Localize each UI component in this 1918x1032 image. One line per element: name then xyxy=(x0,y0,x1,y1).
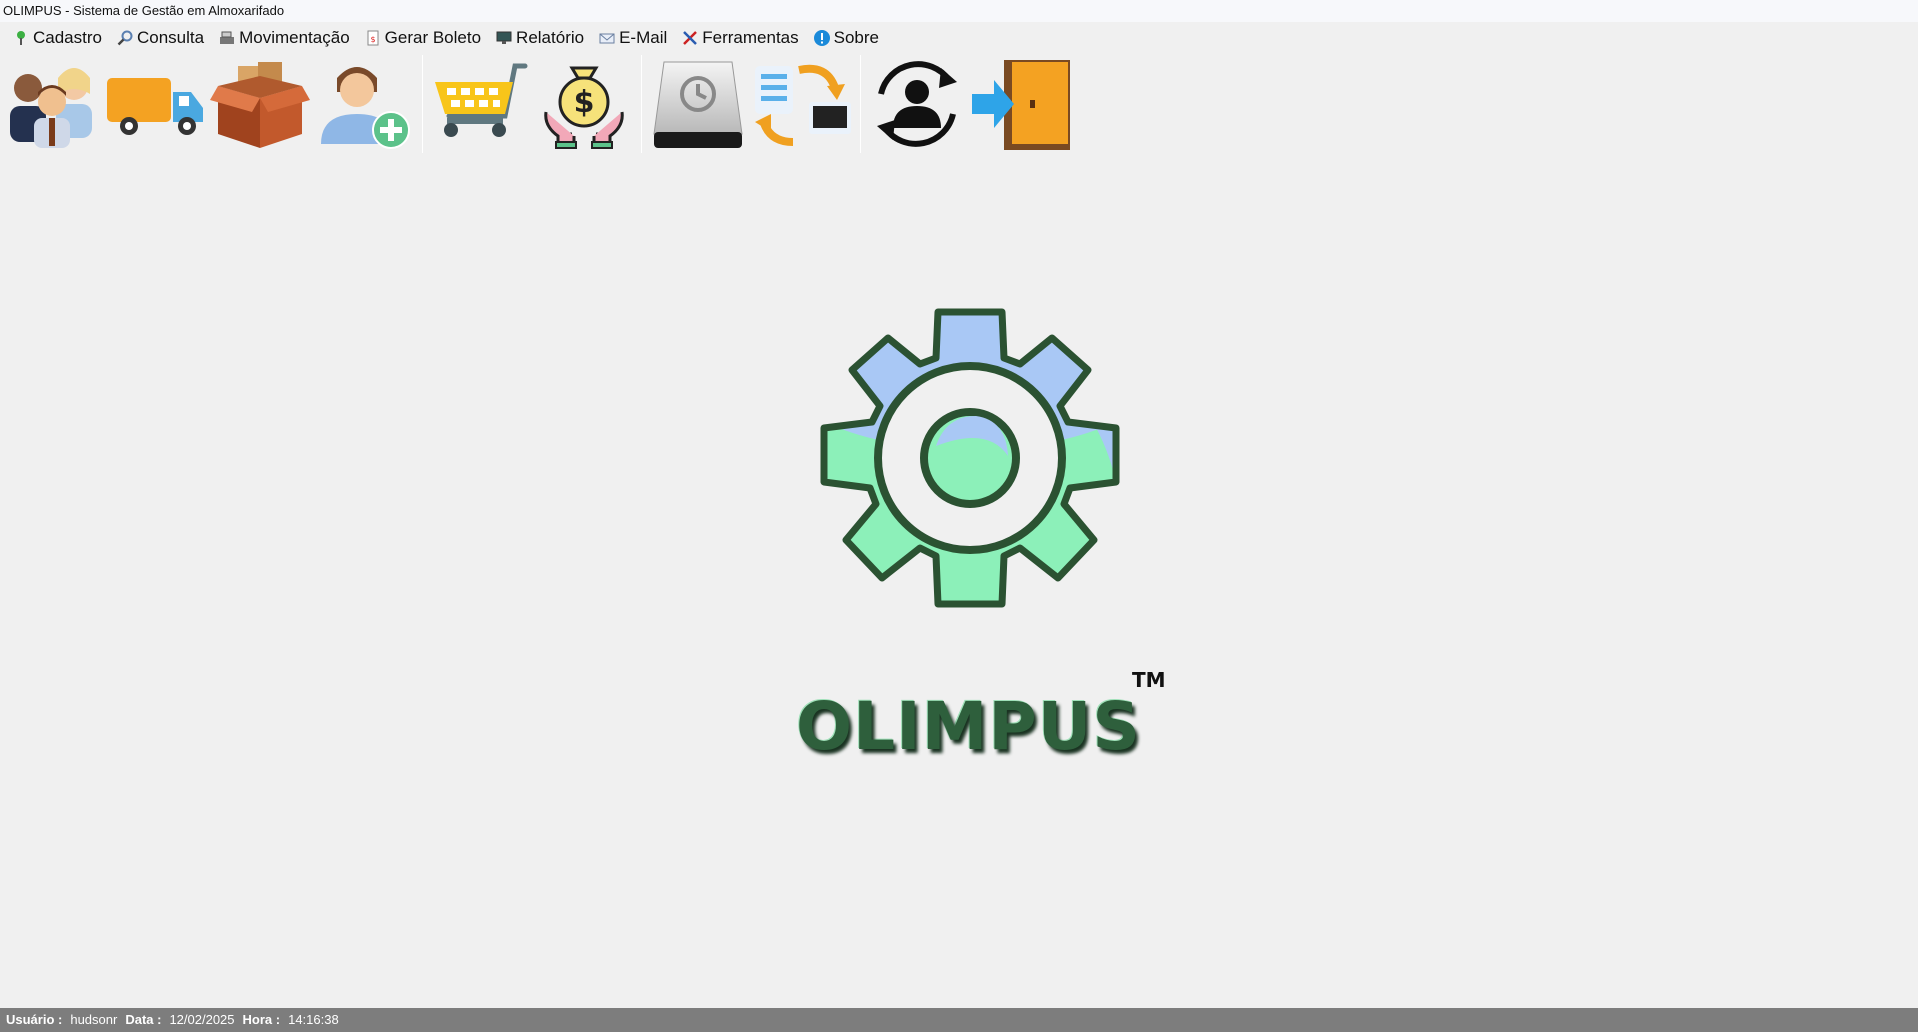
menu-relatorio-label: Relatório xyxy=(516,28,585,47)
menu-consulta-label: Consulta xyxy=(136,28,205,47)
menu-bar: Cadastro Consulta Movimentação $ Gerar B… xyxy=(0,24,1918,52)
money-bag-icon: $ xyxy=(544,66,624,149)
menu-movimentacao-label: Movimentação xyxy=(239,28,350,47)
monitor-icon xyxy=(495,29,513,47)
sync-list-icon xyxy=(755,64,851,146)
toolbar: $ xyxy=(4,54,1070,154)
toolbar-boxes-button[interactable] xyxy=(210,55,310,153)
toolbar-separator xyxy=(641,55,642,153)
menu-relatorio[interactable]: Relatório xyxy=(491,25,594,51)
toolbar-add-user-button[interactable] xyxy=(315,55,415,153)
envelope-icon xyxy=(598,29,616,47)
add-user-icon xyxy=(321,67,410,149)
status-date-value: 12/02/2025 xyxy=(169,1012,235,1027)
menu-gerar-boleto-label: Gerar Boleto xyxy=(384,28,482,47)
status-time-value: 14:16:38 xyxy=(288,1012,339,1027)
document-icon: $ xyxy=(364,29,382,47)
toolbar-money-bag-button[interactable]: $ xyxy=(534,55,634,153)
menu-sobre-label: Sobre xyxy=(833,28,880,47)
svg-text:$: $ xyxy=(370,35,375,44)
toolbar-people-button[interactable] xyxy=(4,55,100,153)
menu-movimentacao[interactable]: Movimentação xyxy=(214,25,360,51)
gear-logo-icon xyxy=(820,308,1120,608)
window-title: OLIMPUS - Sistema de Gestão em Almoxarif… xyxy=(3,3,285,18)
app-window: OLIMPUS - Sistema de Gestão em Almoxarif… xyxy=(0,0,1918,1032)
status-bar: Usuário : hudsonr Data : 12/02/2025 Hora… xyxy=(0,1008,1918,1032)
pin-icon xyxy=(12,29,30,47)
menu-ferramentas[interactable]: Ferramentas xyxy=(677,25,808,51)
menu-consulta[interactable]: Consulta xyxy=(112,25,214,51)
toolbar-truck-button[interactable] xyxy=(105,55,205,153)
olimpus-logo: OLIMPUS TM xyxy=(770,300,1170,770)
people-icon xyxy=(10,68,92,148)
shopping-cart-icon xyxy=(435,63,528,137)
menu-ferramentas-label: Ferramentas xyxy=(702,28,799,47)
backup-drive-icon xyxy=(653,61,743,148)
exit-door-icon xyxy=(972,60,1070,150)
menu-email[interactable]: E-Mail xyxy=(594,25,677,51)
toolbar-sync-button[interactable] xyxy=(753,55,853,153)
toolbar-exit-button[interactable] xyxy=(972,55,1072,153)
status-user-value: hudsonr xyxy=(70,1012,118,1027)
toolbar-switch-user-button[interactable] xyxy=(867,55,967,153)
magnifier-icon xyxy=(116,29,134,47)
menu-gerar-boleto[interactable]: $ Gerar Boleto xyxy=(360,25,491,51)
truck-icon xyxy=(107,78,203,135)
menu-cadastro[interactable]: Cadastro xyxy=(8,25,112,51)
toolbar-backup-button[interactable] xyxy=(648,55,748,153)
status-user-label: Usuário : xyxy=(6,1012,63,1027)
toolbar-cart-button[interactable] xyxy=(429,55,529,153)
logo-trademark: TM xyxy=(1132,668,1166,692)
toolbar-separator xyxy=(860,55,861,153)
switch-user-icon xyxy=(877,61,957,147)
status-date-label: Data : xyxy=(125,1012,162,1027)
cash-register-icon xyxy=(218,29,236,47)
info-icon xyxy=(813,29,831,47)
toolbar-separator xyxy=(422,55,423,153)
tools-icon xyxy=(681,29,699,47)
menu-email-label: E-Mail xyxy=(619,28,668,47)
title-bar: OLIMPUS - Sistema de Gestão em Almoxarif… xyxy=(0,0,1918,22)
boxes-icon xyxy=(210,62,310,148)
status-time-label: Hora : xyxy=(242,1012,281,1027)
logo-wordmark: OLIMPUS xyxy=(796,688,1141,765)
menu-sobre[interactable]: Sobre xyxy=(809,25,889,51)
menu-cadastro-label: Cadastro xyxy=(33,28,102,47)
svg-text:$: $ xyxy=(574,85,595,120)
